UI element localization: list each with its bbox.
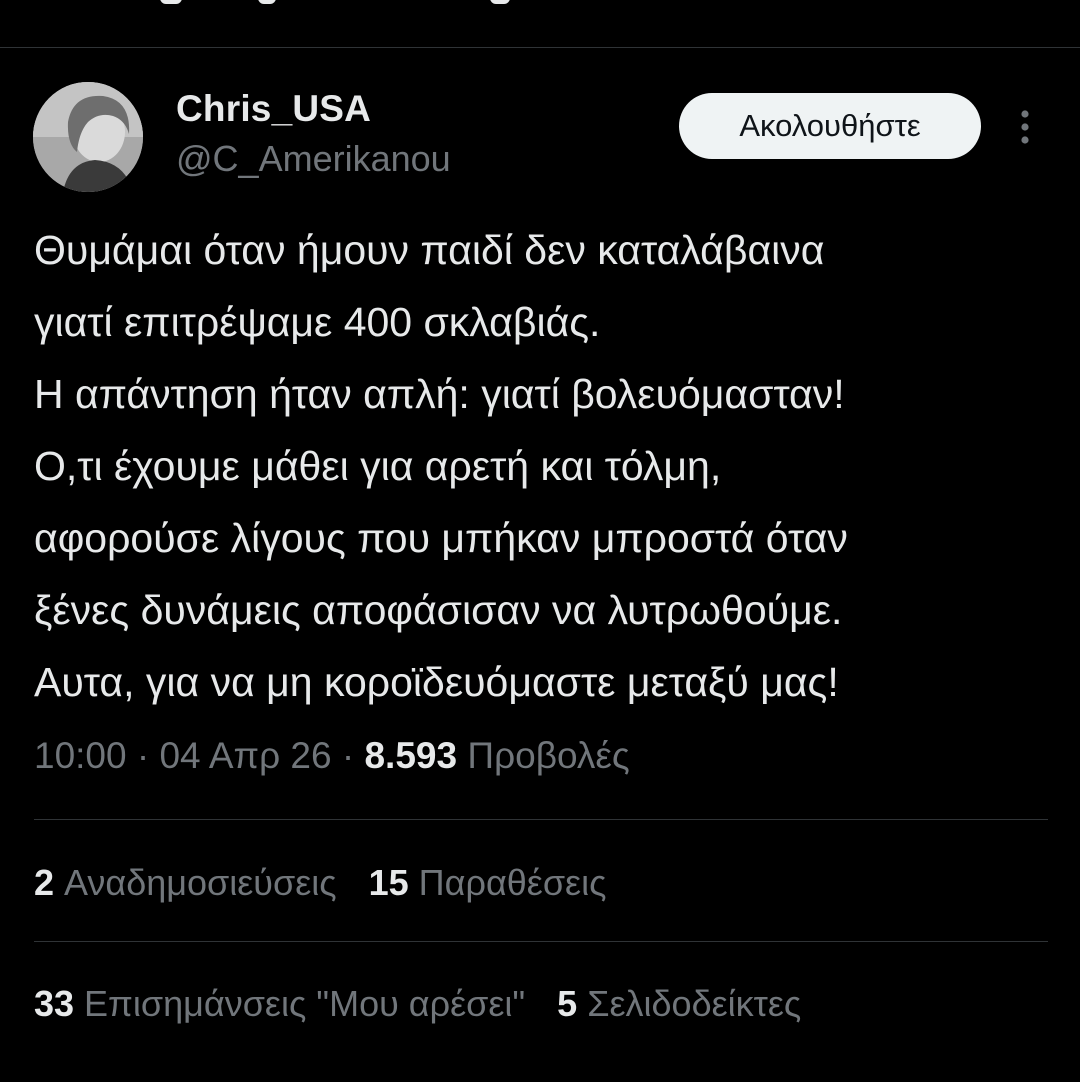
bookmarks-count: 5 [557,983,578,1024]
divider [34,819,1048,820]
views-count: 8.593 [364,735,458,776]
stats-row: 33 Επισημάνσεις "Μου αρέσει" 5 Σελιδοδείκτε… [34,983,833,1025]
cutoff-glyph [490,0,510,4]
user-avatar-icon [33,82,143,192]
tweet-time[interactable]: 10:00 [34,735,127,776]
tweet-line: ξένες δυνάμεις αποφάσισαν να λυτρωθούμε. [34,587,843,633]
tweet-line: αφορούσε λίγους που μπήκαν μπροστά όταν [34,515,848,561]
stats-row: 2 Αναδημοσιεύσεις 15 Παραθέσεις [34,862,638,904]
tweet-line: Ο,τι έχουμε μάθει για αρετή και τόλμη, [34,443,722,489]
top-bar-cutoff [0,0,1080,46]
more-vertical-icon[interactable] [1010,108,1040,148]
cutoff-glyph [160,0,182,4]
cutoff-glyph [258,0,276,4]
reposts-count: 2 [34,862,55,903]
tweet-date[interactable]: 04 Απρ 26 [159,735,331,776]
quotes-count: 15 [368,862,409,903]
tweet-line: Αυτα, για να μη κοροϊδευόμαστε μεταξύ μα… [34,659,839,705]
author-handle[interactable]: @C_Amerikanou [176,138,451,180]
tweet-text: Θυμάμαι όταν ήμουν παιδί δεν καταλάβαινα… [34,214,1054,718]
bookmarks-stat[interactable]: 5 Σελιδοδείκτες [557,983,801,1025]
tweet-line: Η απάντηση ήταν απλή: γιατί βολευόμασταν… [34,371,845,417]
bookmarks-label: Σελιδοδείκτες [587,983,802,1024]
quotes-label: Παραθέσεις [418,862,607,903]
reposts-label: Αναδημοσιεύσεις [64,862,337,903]
quotes-stat[interactable]: 15 Παραθέσεις [369,862,607,904]
author-display-name[interactable]: Chris_USA [176,88,371,130]
divider [34,941,1048,942]
views-label: Προβολές [467,735,630,776]
tweet-meta: 10:00 · 04 Απρ 26 · 8.593 Προβολές [34,735,630,777]
likes-stat[interactable]: 33 Επισημάνσεις "Μου αρέσει" [34,983,525,1025]
likes-label: Επισημάνσεις "Μου αρέσει" [84,983,526,1024]
tweet-line: Θυμάμαι όταν ήμουν παιδί δεν καταλάβαινα [34,227,825,273]
avatar[interactable] [33,82,143,192]
tweet-line: γιατί επιτρέψαμε 400 σκλαβιάς. [34,299,601,345]
header-divider [0,47,1080,48]
follow-button[interactable]: Ακολουθήστε [679,93,981,159]
meta-separator: · [331,735,365,776]
likes-count: 33 [34,983,75,1024]
meta-separator: · [126,735,160,776]
reposts-stat[interactable]: 2 Αναδημοσιεύσεις [34,862,337,904]
